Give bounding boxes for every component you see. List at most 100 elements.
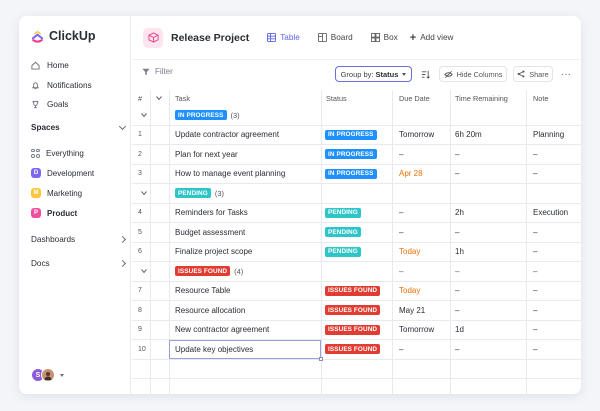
sidebar-item-docs[interactable]: Docs [31,259,127,268]
due-date[interactable]: – [399,223,403,242]
tab-table[interactable]: Table [267,33,300,42]
column-header-note[interactable]: Note [533,90,548,106]
time-remaining[interactable]: – [455,340,459,359]
table-row[interactable]: 4 Reminders for Tasks PENDING – 2h Execution [132,204,581,223]
tab-box[interactable]: Box [370,33,398,42]
time-remaining[interactable]: 1h [455,243,464,262]
share-button[interactable]: Share [513,66,553,82]
due-date[interactable]: Today [399,282,420,301]
status-badge[interactable]: IN PROGRESS [325,129,377,140]
status-badge[interactable]: ISSUES FOUND [325,285,381,296]
note[interactable]: – [533,145,537,164]
time-remaining[interactable]: – [455,223,459,242]
task-name[interactable]: Budget assessment [175,223,245,242]
due-date[interactable]: May 21 [399,301,425,320]
space-list: Everything D Development M Marketing P P… [31,143,94,223]
status-badge[interactable]: IN PROGRESS [325,168,377,179]
note[interactable]: – [533,165,537,184]
spaces-header[interactable]: Spaces [31,122,127,132]
note[interactable]: – [533,321,537,340]
add-view-button[interactable]: + Add view [410,32,454,44]
sidebar-item-notifications[interactable]: Notifications [31,76,92,96]
column-sort-icon[interactable] [156,90,162,106]
table-row[interactable]: 8 Resource allocation ISSUES FOUND May 21 – – [132,301,581,321]
task-name[interactable]: How to manage event planning [175,165,285,184]
column-header-due-date[interactable]: Due Date [399,90,430,106]
column-header-time-remaining[interactable]: Time Remaining [455,90,508,106]
due-date[interactable]: Today [399,243,420,262]
status-badge[interactable]: ISSUES FOUND [325,344,381,355]
task-name[interactable]: Update key objectives [175,340,253,359]
status-badge[interactable]: PENDING [325,207,361,218]
more-options-button[interactable]: ··· [557,66,575,82]
due-date[interactable]: – [399,204,403,223]
space-development[interactable]: D Development [31,163,94,183]
due-date[interactable]: Tomorrow [399,321,434,340]
task-name[interactable]: Finalize project scope [175,243,252,262]
clickup-logo[interactable]: ClickUp [31,29,96,43]
app-window: ClickUp Home Notifications Goals Spaces … [19,16,581,394]
group-header-row[interactable]: IN PROGRESS (3) [132,106,581,126]
note[interactable]: Execution [533,204,568,223]
table-row[interactable]: 5 Budget assessment PENDING – – – [132,223,581,243]
time-remaining[interactable]: – [455,145,459,164]
note[interactable]: – [533,223,537,242]
hide-columns-button[interactable]: Hide Columns [439,66,507,82]
status-badge[interactable]: IN PROGRESS [325,149,377,160]
table-row[interactable]: 3 How to manage event planning IN PROGRESS… [132,165,581,184]
task-name[interactable]: Update contractor agreement [175,126,279,145]
note[interactable]: Planning [533,126,564,145]
group-by-select[interactable]: Group by: Status [335,66,412,82]
group-header-row[interactable]: ISSUES FOUND (4) – – – [132,262,581,282]
table-row[interactable]: 10 Update key objectives ISSUES FOUND – – – [132,340,581,361]
space-marketing[interactable]: M Marketing [31,183,94,203]
due-date[interactable]: Tomorrow [399,126,434,145]
column-header-status[interactable]: Status [326,90,347,106]
time-remaining[interactable]: 1d [455,321,464,340]
note[interactable]: – [533,243,537,262]
task-name[interactable]: Resource allocation [175,301,245,320]
chevron-down-icon[interactable] [141,184,147,203]
eye-off-icon [443,70,453,78]
sidebar-item-dashboards[interactable]: Dashboards [31,235,127,244]
task-name[interactable]: Plan for next year [175,145,238,164]
tab-board[interactable]: Board [317,33,353,42]
time-remaining[interactable]: – [455,165,459,184]
chevron-down-icon[interactable] [141,106,147,125]
note[interactable]: – [533,282,537,301]
column-header-task[interactable]: Task [175,90,190,106]
time-remaining[interactable]: 2h [455,204,464,223]
filter-button[interactable]: Filter [142,67,173,76]
time-remaining[interactable]: – [455,282,459,301]
group-status-badge: IN PROGRESS [175,110,227,121]
note[interactable]: – [533,340,537,359]
sidebar-item-goals[interactable]: Goals [31,95,92,115]
table-row[interactable]: 7 Resource Table ISSUES FOUND Today – – [132,282,581,301]
table-row[interactable]: 9 New contractor agreement ISSUES FOUND Tom… [132,321,581,340]
sidebar-item-home[interactable]: Home [31,56,92,76]
time-remaining[interactable]: – [455,301,459,320]
table-row[interactable]: 1 Update contractor agreement IN PROGRESS T… [132,126,581,145]
due-date[interactable]: – [399,145,403,164]
due-date[interactable]: Apr 28 [399,165,423,184]
space-product[interactable]: P Product [31,203,94,223]
task-name[interactable]: Reminders for Tasks [175,204,248,223]
status-badge[interactable]: ISSUES FOUND [325,324,381,335]
table-row[interactable]: 6 Finalize project scope PENDING Today 1h – [132,243,581,262]
chevron-down-icon[interactable] [141,262,147,281]
task-name[interactable]: Resource Table [175,282,230,301]
status-badge[interactable]: PENDING [325,227,361,238]
space-badge: D [31,168,41,178]
space-everything[interactable]: Everything [31,143,94,163]
status-badge[interactable]: ISSUES FOUND [325,305,381,316]
due-date[interactable]: – [399,340,403,359]
user-menu[interactable]: S [31,368,64,382]
sort-button[interactable] [418,66,432,82]
group-header-row[interactable]: PENDING (3) [132,184,581,204]
task-name[interactable]: New contractor agreement [175,321,269,340]
status-badge[interactable]: PENDING [325,246,361,257]
table-row[interactable]: 2 Plan for next year IN PROGRESS – – – [132,145,581,165]
chevron-down-icon[interactable] [118,122,127,130]
time-remaining[interactable]: 6h 20m [455,126,482,145]
note[interactable]: – [533,301,537,320]
